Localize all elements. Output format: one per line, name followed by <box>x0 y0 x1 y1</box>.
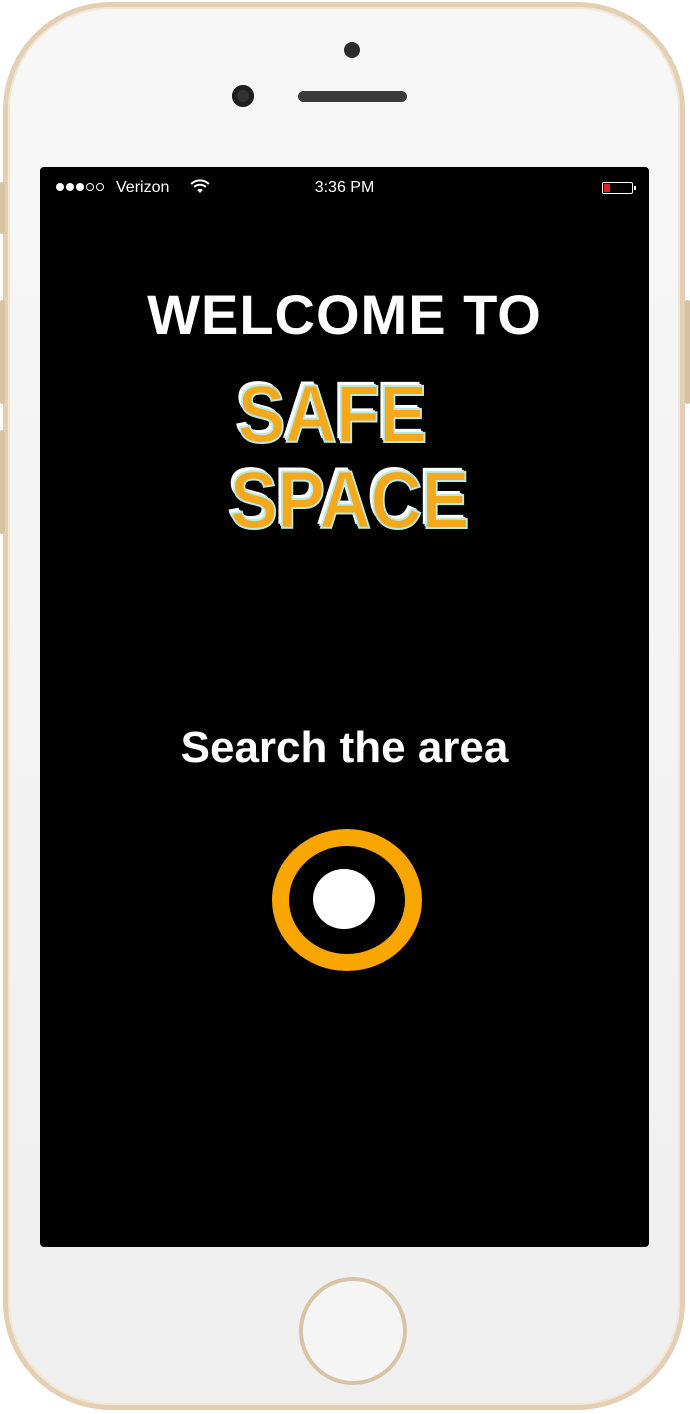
status-time: 3:36 PM <box>314 179 375 196</box>
app-screen: Verizon 3:36 PM WELCOME TO SAFE SPACE Se… <box>40 167 649 1247</box>
proximity-sensor <box>344 42 360 58</box>
logo-line-safe: SAFE <box>237 369 429 460</box>
search-area-label: Search the area <box>180 723 509 772</box>
volume-up-button <box>0 300 5 404</box>
battery-icon <box>602 182 636 194</box>
mute-switch <box>0 182 5 234</box>
safe-space-logo: SAFE SPACE <box>216 369 471 558</box>
volume-down-button <box>0 430 5 534</box>
earpiece-speaker <box>298 91 407 102</box>
power-button <box>685 300 690 404</box>
record-circle-icon <box>313 869 375 929</box>
search-area-button[interactable] <box>272 829 422 971</box>
status-bar: Verizon 3:36 PM <box>40 167 649 211</box>
home-button[interactable] <box>299 1277 407 1385</box>
front-camera-icon <box>232 85 254 107</box>
welcome-heading: WELCOME TO <box>147 283 542 346</box>
logo-line-space: SPACE <box>229 455 471 546</box>
